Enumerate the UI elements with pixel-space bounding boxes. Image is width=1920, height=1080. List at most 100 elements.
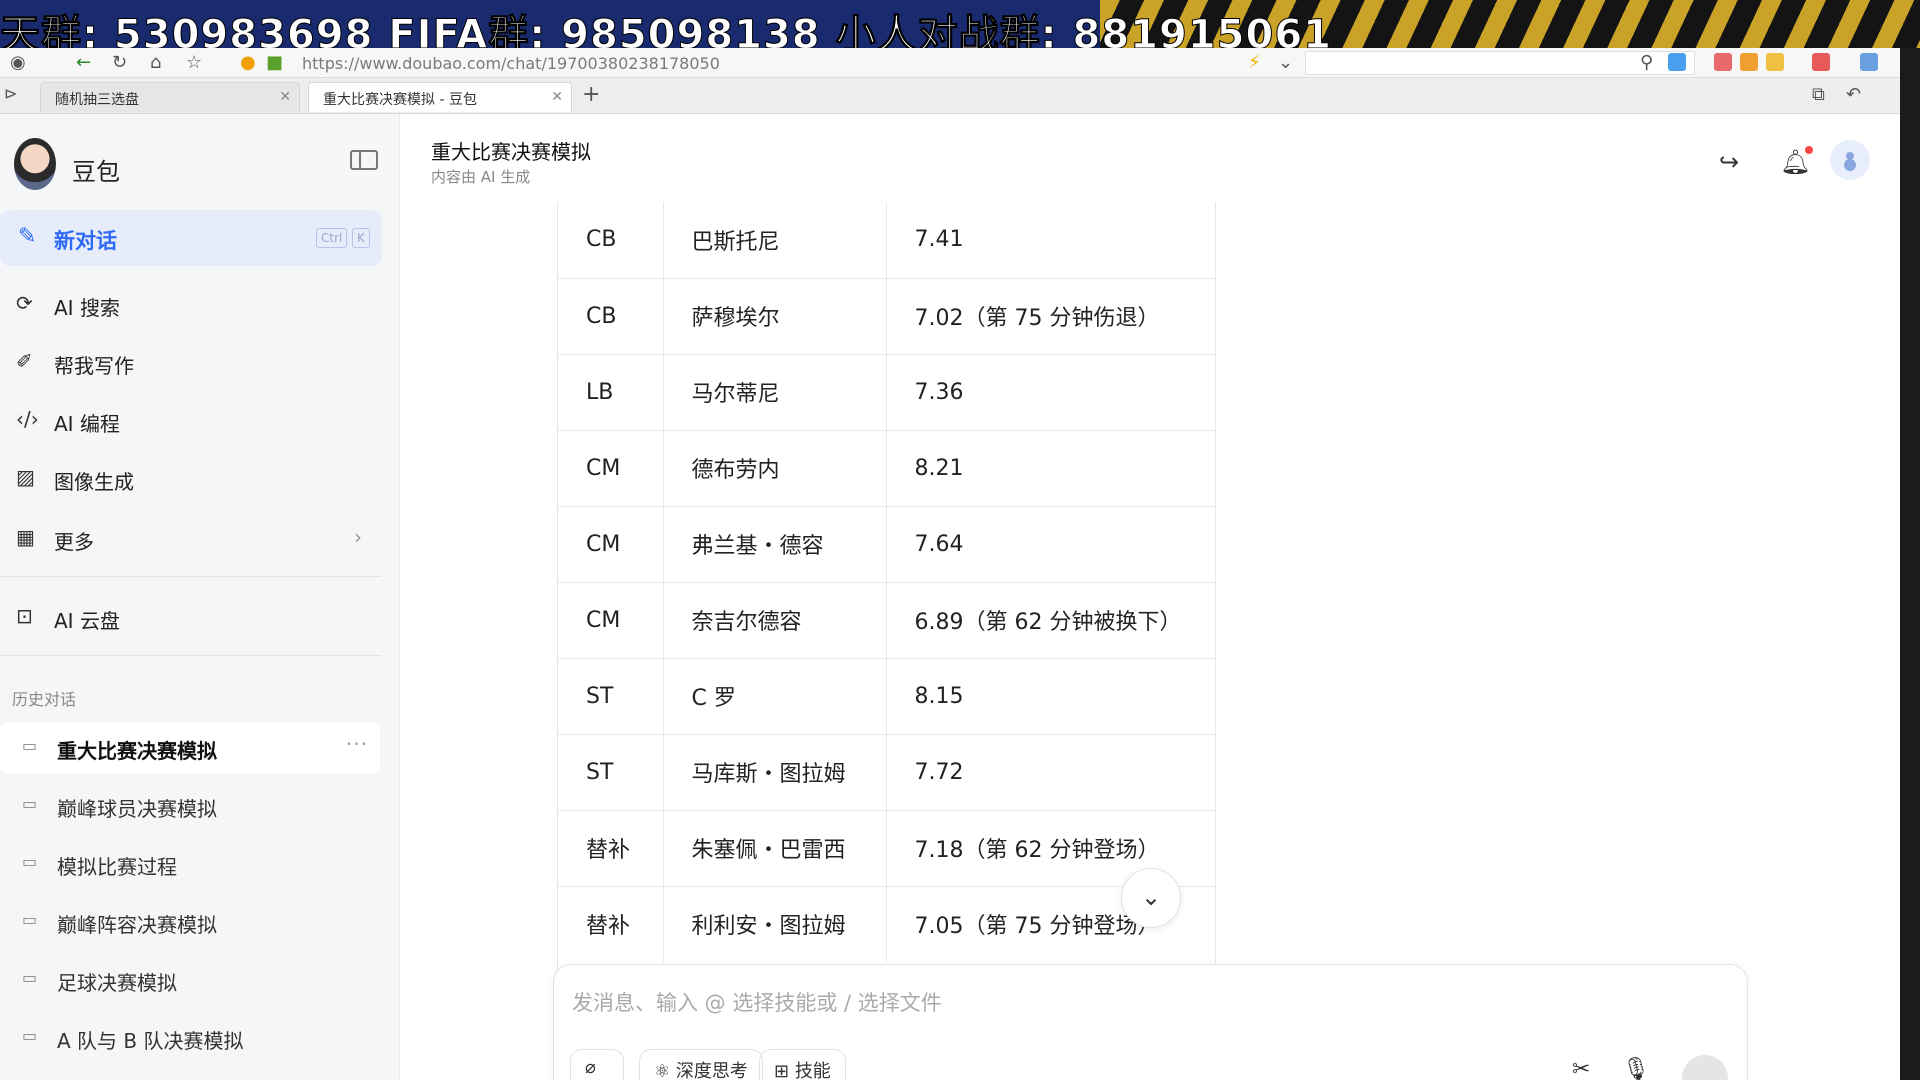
chevron-down-icon[interactable]: ⌄ (1278, 52, 1293, 73)
nav-item-ai-search[interactable]: ⟳ AI 搜索 (0, 279, 382, 329)
history-item-active[interactable]: ▭ 重大比赛决赛模拟 ··· (0, 722, 380, 774)
extension-icon[interactable] (1714, 53, 1732, 71)
table-row: CB 萨穆埃尔 7.02（第 75 分钟伤退） (558, 278, 1215, 355)
browser-tab-bar: ⊳ 随机抽三选盘 ✕ 重大比赛决赛模拟 - 豆包 ✕ + ⧉ ↶ (0, 78, 1900, 114)
app: 豆包 ✎ 新对话 Ctrl K ⟳ AI 搜索 ✐ 帮我写作 ‹/› AI 编程 (0, 114, 1900, 1080)
new-tab-button[interactable]: + (582, 82, 600, 107)
nav-item-label: AI 编程 (54, 412, 120, 436)
history-item-label: 足球决赛模拟 (57, 971, 177, 995)
history-item-label: 重大比赛决赛模拟 (57, 739, 217, 763)
chat-bubble-icon: ▭ (22, 852, 38, 871)
close-icon[interactable]: ✕ (279, 89, 291, 105)
player-cell: 马库斯・图拉姆 (663, 734, 887, 811)
sidebar-toggle-icon[interactable]: ⊳ (4, 84, 17, 103)
extension-icon[interactable] (1740, 53, 1758, 71)
position-cell: CM (558, 506, 664, 583)
extension-icon[interactable] (1668, 53, 1686, 71)
chat-bubble-icon: ▭ (22, 1026, 38, 1045)
restore-icon[interactable]: ⧉ (1812, 84, 1825, 105)
chat-main: 重大比赛决赛模拟 内容由 AI 生成 ↪ 🔔︎ CB 巴斯托尼 7.41 CB 萨穆埃尔… (400, 114, 1900, 1080)
user-avatar[interactable] (1830, 140, 1870, 180)
divider (0, 655, 382, 656)
position-cell: CB (558, 202, 664, 279)
divider (0, 576, 382, 577)
history-item-label: A 队与 B 队决赛模拟 (57, 1029, 244, 1053)
nav-item-more[interactable]: ▦ 更多 › (0, 513, 382, 563)
nav-item-image[interactable]: ▨ 图像生成 (0, 453, 382, 503)
notification-dot (1805, 146, 1814, 154)
position-cell: CM (558, 582, 664, 659)
ratings-table: CB 巴斯托尼 7.41 CB 萨穆埃尔 7.02（第 75 分钟伤退） LB 马尔蒂尼 7.3… (557, 202, 1216, 1054)
brand-name: 豆包 (72, 158, 120, 186)
sidebar: 豆包 ✎ 新对话 Ctrl K ⟳ AI 搜索 ✐ 帮我写作 ‹/› AI 编程 (0, 114, 400, 1080)
history-item[interactable]: ▭ 巅峰阵容决赛模拟 (0, 896, 380, 948)
rating-cell: 8.21 (886, 430, 1215, 507)
rating-cell: 6.89（第 62 分钟被换下） (886, 582, 1215, 659)
player-cell: C 罗 (663, 658, 887, 735)
position-cell: LB (558, 354, 664, 431)
new-chat-button[interactable]: ✎ 新对话 Ctrl K (0, 210, 382, 266)
message-composer[interactable]: 发消息、输入 @ 选择技能或 / 选择文件 ⌀ ⚛ 深度思考 ⊞ 技能 ✂ 🎙︎ (553, 964, 1748, 1080)
lightning-icon[interactable]: ⚡ (1248, 52, 1261, 73)
position-cell: 替补 (558, 886, 664, 962)
deep-think-label: 深度思考 (675, 1061, 748, 1080)
rating-cell: 7.41 (886, 202, 1215, 279)
scissors-icon[interactable]: ✂ (1572, 1057, 1590, 1080)
history-item[interactable]: ▭ 足球决赛模拟 (0, 954, 380, 1006)
attach-button[interactable]: ⌀ (570, 1049, 624, 1080)
chat-bubble-icon: ▭ (22, 794, 38, 813)
nav-item-writing[interactable]: ✐ 帮我写作 (0, 337, 382, 387)
player-cell: 奈吉尔德容 (663, 582, 887, 659)
skills-button[interactable]: ⊞ 技能 (759, 1049, 846, 1080)
back-icon[interactable]: ← (76, 52, 91, 73)
table-row: CM 奈吉尔德容 6.89（第 62 分钟被换下） (558, 582, 1215, 659)
player-cell: 朱塞佩・巴雷西 (663, 810, 887, 887)
history-item[interactable]: ▭ A 队与 B 队决赛模拟 (0, 1012, 380, 1064)
message-input-placeholder[interactable]: 发消息、输入 @ 选择技能或 / 选择文件 (572, 987, 942, 1017)
code-icon: ‹/› (16, 407, 39, 431)
undo-icon[interactable]: ↶ (1846, 84, 1861, 105)
chevron-down-icon: ⌄ (1141, 883, 1162, 911)
nav-item-label: AI 搜索 (54, 296, 120, 320)
browser-logo-icon[interactable]: ◉ (10, 52, 26, 73)
table-row: ST 马库斯・图拉姆 7.72 (558, 734, 1215, 811)
edit-icon: ✎ (18, 224, 37, 249)
table-row: ST C 罗 8.15 (558, 658, 1215, 735)
position-cell: CM (558, 430, 664, 507)
reload-icon[interactable]: ↻ (112, 52, 127, 73)
overlay-banner: 天群: 530983698 FIFA群: 985098138 小人对战群: 88… (0, 0, 1920, 48)
nav-item-cloud[interactable]: ⊡ AI 云盘 (0, 592, 382, 642)
bell-icon[interactable]: 🔔︎ (1780, 146, 1814, 176)
player-cell: 德布劳内 (663, 430, 887, 507)
tab-title: 重大比赛决赛模拟 - 豆包 (323, 92, 477, 108)
close-icon[interactable]: ✕ (551, 89, 563, 105)
microphone-icon[interactable]: 🎙︎ (1622, 1057, 1650, 1080)
extension-icon[interactable] (1860, 53, 1878, 71)
home-icon[interactable]: ⌂ (150, 52, 161, 73)
player-cell: 马尔蒂尼 (663, 354, 887, 431)
history-item[interactable]: ▭ 巅峰球员决赛模拟 (0, 780, 380, 832)
table-row: CM 德布劳内 8.21 (558, 430, 1215, 507)
browser-search-box[interactable] (1305, 51, 1695, 75)
browser-tab[interactable]: 随机抽三选盘 ✕ (40, 82, 300, 112)
nav-item-label: 更多 (54, 530, 94, 554)
nav-item-coding[interactable]: ‹/› AI 编程 (0, 395, 382, 445)
scroll-down-button[interactable]: ⌄ (1121, 868, 1181, 928)
magnifier-icon[interactable]: ⚲ (1640, 52, 1653, 73)
history-item[interactable]: ▭ 模拟比赛过程 (0, 838, 380, 890)
share-icon[interactable]: ↪ (1719, 148, 1739, 176)
history-item-label: 巅峰球员决赛模拟 (57, 797, 217, 821)
collapse-sidebar-icon[interactable] (350, 150, 378, 170)
url-field[interactable]: https://www.doubao.com/chat/197003802381… (302, 54, 720, 73)
send-button[interactable] (1682, 1055, 1728, 1080)
nav-item-label: 帮我写作 (54, 354, 134, 378)
grid-icon: ▦ (16, 525, 35, 549)
browser-tab-active[interactable]: 重大比赛决赛模拟 - 豆包 ✕ (308, 82, 572, 112)
more-options-icon[interactable]: ··· (346, 732, 368, 756)
deep-think-button[interactable]: ⚛ 深度思考 (639, 1049, 763, 1080)
banner-text: 天群: 530983698 FIFA群: 985098138 小人对战群: 88… (0, 12, 1332, 49)
star-icon[interactable]: ☆ (186, 52, 202, 73)
extension-icon[interactable] (1812, 53, 1830, 71)
new-chat-label: 新对话 (54, 229, 117, 253)
extension-icon[interactable] (1766, 53, 1784, 71)
